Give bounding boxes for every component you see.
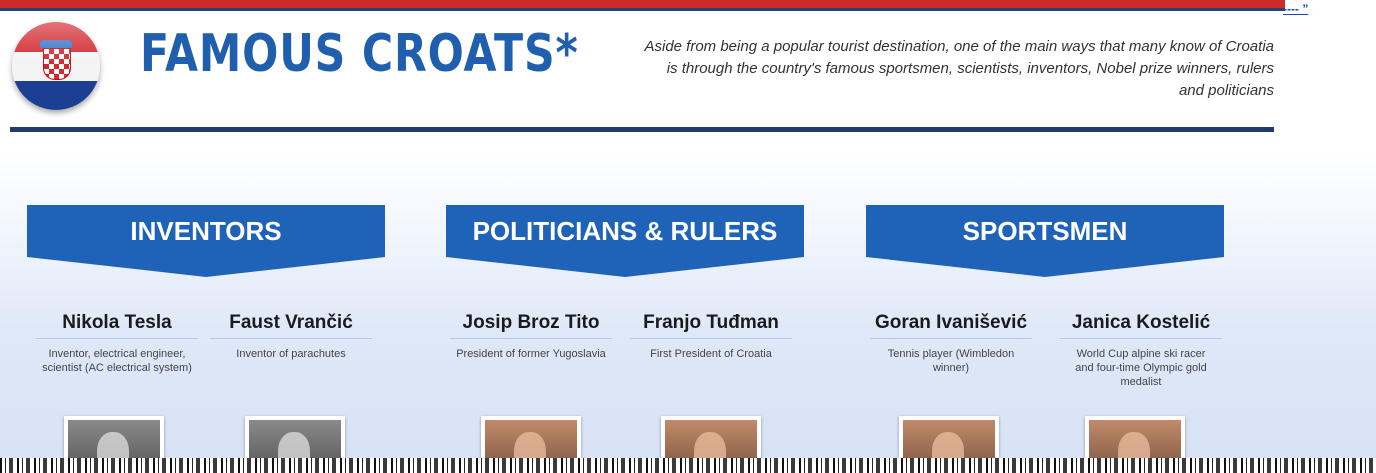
header-divider — [10, 127, 1274, 132]
banner-arrow-icon — [866, 257, 1224, 277]
corner-link-text[interactable]: ‐‐‐‐ ” — [1283, 2, 1308, 16]
person-description: Inventor of parachutes — [236, 348, 346, 360]
intro-text: Aside from being a popular tourist desti… — [644, 38, 1274, 99]
croatia-flag-icon — [12, 22, 100, 110]
section-banner-politicians-rulers: POLITICIANS & RULERS — [446, 205, 804, 277]
person-description: President of former Yugoslavia — [456, 348, 606, 360]
infographic: ‐‐‐‐ ” FAMOUS CROATS* Aside from being a… — [0, 0, 1376, 473]
top-stripe — [0, 0, 1285, 11]
person-name: Janica Kostelić — [1060, 312, 1222, 339]
person-card: Josip Broz Tito President of former Yugo… — [442, 312, 620, 361]
person-description: Tennis player (Wimbledon winner) — [887, 348, 1015, 374]
person-description: World Cup alpine ski racer and four-time… — [1075, 348, 1207, 388]
person-description: Inventor, electrical engineer, scientist… — [42, 348, 192, 374]
person-name: Josip Broz Tito — [450, 312, 612, 339]
person-description: First President of Croatia — [650, 348, 772, 360]
banner-arrow-icon — [27, 257, 385, 277]
section-banner-sportsmen: SPORTSMEN — [866, 205, 1224, 277]
person-card: Janica Kostelić World Cup alpine ski rac… — [1052, 312, 1230, 389]
person-card: Faust Vrančić Inventor of parachutes — [202, 312, 380, 361]
person-card: Nikola Tesla Inventor, electrical engine… — [28, 312, 206, 375]
banner-arrow-icon — [446, 257, 804, 277]
corner-link[interactable]: ‐‐‐‐ ” — [1283, 2, 1308, 16]
section-label: SPORTSMEN — [866, 205, 1224, 257]
person-card: Franjo Tuđman First President of Croatia — [622, 312, 800, 361]
person-name: Faust Vrančić — [210, 312, 372, 339]
person-name: Goran Ivanišević — [870, 312, 1032, 339]
person-name: Nikola Tesla — [36, 312, 198, 339]
person-card: Goran Ivanišević Tennis player (Wimbledo… — [862, 312, 1040, 375]
page-title: FAMOUS CROATS* — [140, 24, 579, 84]
section-label: POLITICIANS & RULERS — [446, 205, 804, 257]
section-banner-inventors: INVENTORS — [27, 205, 385, 277]
corrupted-text-strip — [0, 458, 1376, 473]
section-label: INVENTORS — [27, 205, 385, 257]
person-name: Franjo Tuđman — [630, 312, 792, 339]
